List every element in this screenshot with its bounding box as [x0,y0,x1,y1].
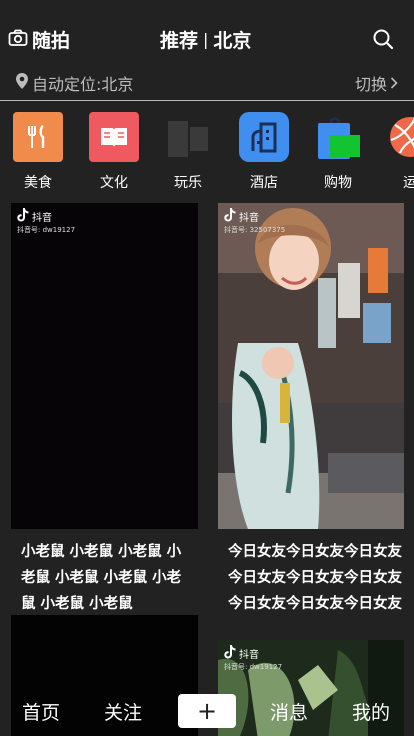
video-card[interactable]: 抖音 抖音号: 32507375 今日女友今日女友今日女友 今日女友今日女友今日… [218,203,404,643]
category-label: 文化 [100,175,128,190]
category-label: 运 [403,175,414,190]
ball-icon [385,112,414,162]
header-divider [0,100,414,101]
book-icon [89,112,139,162]
video-card[interactable]: 抖音 抖音号: dw19127 小老鼠 小老鼠 小老鼠 小老鼠 小老鼠 小老鼠 … [11,203,198,613]
chevron-right-icon [390,74,398,93]
watermark-text: 抖音 [239,650,259,661]
video-frame-image [218,203,404,529]
add-video-button[interactable]: + [178,694,236,728]
watermark-text: 抖音 [239,213,259,224]
video-caption: 小老鼠 小老鼠 小老鼠 小老鼠 小老鼠 小老鼠 小老鼠 小老鼠 小老鼠 [21,544,182,612]
tiktok-logo-icon [17,208,29,225]
plus-icon: + [196,697,218,725]
switch-location-button[interactable]: 切换 [355,71,398,95]
category-sports[interactable]: 运 [380,110,414,190]
tab-home[interactable]: 首页 [22,698,60,725]
camera-icon [8,29,28,51]
location-bar: 自动定位:北京 切换 [0,66,414,100]
watermark-account: 抖音号: dw19127 [224,663,283,671]
title-main: 推荐 [160,30,199,52]
flag-icon [163,112,213,162]
video-thumbnail: 抖音 抖音号: 32507375 [218,203,404,529]
title-city: 北京 [213,30,252,52]
category-shopping[interactable]: 购物 [308,110,368,190]
title-separator: | [203,30,209,49]
camera-button[interactable]: 随拍 [8,26,70,53]
category-label: 酒店 [250,175,278,190]
tiktok-watermark: 抖音 [17,208,52,225]
shopping-bag-icon [313,112,363,162]
category-food[interactable]: 美食 [8,110,68,190]
tab-follow[interactable]: 关注 [104,698,142,725]
search-button[interactable] [372,28,394,54]
location-text: 自动定位:北京 [32,75,134,94]
tiktok-watermark: 抖音 [224,645,259,662]
video-feed: 抖音 抖音号: dw19127 小老鼠 小老鼠 小老鼠 小老鼠 小老鼠 小老鼠 … [0,200,414,736]
tiktok-logo-icon [224,645,236,662]
watermark-account: 抖音号: dw19127 [17,226,76,234]
tab-me[interactable]: 我的 [352,698,390,725]
tab-messages[interactable]: 消息 [270,698,308,725]
tiktok-logo-icon [224,208,236,225]
search-icon [372,29,394,54]
page-title: 推荐 | 北京 [160,26,251,53]
category-hotel[interactable]: 酒店 [234,110,294,190]
watermark-text: 抖音 [32,213,52,224]
category-label: 美食 [24,175,52,190]
category-culture[interactable]: 文化 [84,110,144,190]
camera-label: 随拍 [32,30,71,52]
watermark-account: 抖音号: 32507375 [224,226,286,234]
location-pin-icon [15,72,29,94]
tiktok-watermark: 抖音 [224,208,259,225]
category-label: 购物 [324,175,352,190]
current-location: 自动定位:北京 [15,71,133,95]
category-label: 玩乐 [174,175,202,190]
category-row: 美食 文化 玩乐 酒店 购物 运 [0,110,414,190]
food-icon [13,112,63,162]
video-thumbnail: 抖音 抖音号: dw19127 [11,203,198,529]
category-fun[interactable]: 玩乐 [158,110,218,190]
video-caption: 今日女友今日女友今日女友 今日女友今日女友今日女友 今日女友今日女友今日女友 [228,544,402,612]
switch-label: 切换 [354,75,387,94]
hotel-icon [239,112,289,162]
